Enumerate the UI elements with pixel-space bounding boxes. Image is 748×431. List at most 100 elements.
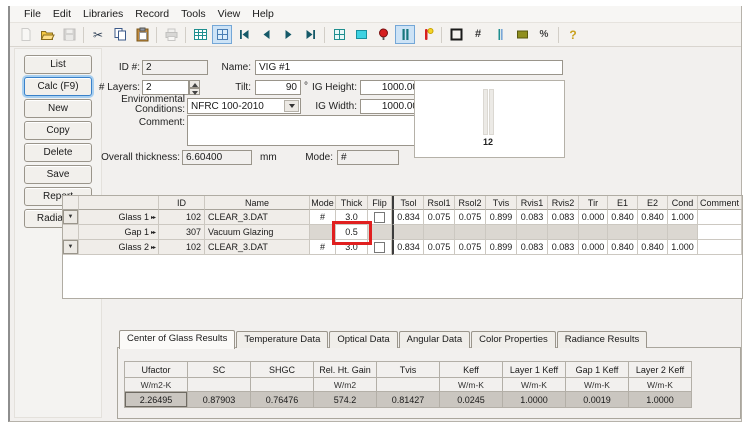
id-field[interactable]: 2 <box>142 60 208 75</box>
row-label-glass2[interactable]: Glass 2▸▸ <box>79 240 159 255</box>
cell-cond[interactable]: 1.000 <box>668 210 698 225</box>
cell-tvis[interactable]: 0.899 <box>486 210 517 225</box>
frame-library-icon[interactable] <box>446 25 466 44</box>
tab-radiance-results[interactable]: Radiance Results <box>557 331 647 348</box>
cell-tsol[interactable]: 0.834 <box>392 240 424 255</box>
tilt-field[interactable]: 90 <box>255 80 301 95</box>
menu-help[interactable]: Help <box>246 7 280 21</box>
gas-library-icon[interactable] <box>373 25 393 44</box>
shading-library-icon[interactable] <box>490 25 510 44</box>
copy-button[interactable]: Copy <box>24 121 92 140</box>
percent-units-icon[interactable]: % <box>534 25 554 44</box>
list-view-icon[interactable] <box>190 25 210 44</box>
cell-rvis1[interactable]: 0.083 <box>517 210 548 225</box>
result-value-layer1-keff[interactable]: 1.0000 <box>503 392 566 408</box>
cell-name[interactable]: Vacuum Glazing <box>205 225 310 240</box>
spin-up-icon[interactable] <box>189 80 200 88</box>
env-conditions-dropdown[interactable]: NFRC 100-2010 <box>187 98 301 114</box>
row-label-gap1[interactable]: Gap 1▸▸ <box>79 225 159 240</box>
tab-center-of-glass-results[interactable]: Center of Glass Results <box>119 330 235 349</box>
row-expand-button[interactable]: ▼ <box>63 210 78 224</box>
cell-name[interactable]: CLEAR_3.DAT <box>205 210 310 225</box>
glass-library-icon[interactable] <box>351 25 371 44</box>
ig-height-field[interactable]: 1000.00 <box>360 80 422 95</box>
menu-libraries[interactable]: Libraries <box>77 7 129 21</box>
menu-view[interactable]: View <box>212 7 247 21</box>
cell-tir[interactable]: 0.000 <box>579 210 608 225</box>
cell-id[interactable]: 307 <box>159 225 205 240</box>
result-value-gap1-keff[interactable]: 0.0019 <box>566 392 629 408</box>
nav-last-icon[interactable] <box>300 25 320 44</box>
copy-icon[interactable] <box>110 25 130 44</box>
result-value-layer2-keff[interactable]: 1.0000 <box>629 392 692 408</box>
cell-tir[interactable]: 0.000 <box>579 240 608 255</box>
result-value-keff[interactable]: 0.0245 <box>440 392 503 408</box>
ig-width-field[interactable]: 1000.00 <box>360 99 422 114</box>
paste-icon[interactable] <box>132 25 152 44</box>
cell-tsol[interactable]: 0.834 <box>392 210 424 225</box>
cell-rsol1[interactable]: 0.075 <box>424 240 455 255</box>
window-library-icon[interactable] <box>329 25 349 44</box>
cell-rsol2[interactable]: 0.075 <box>455 240 486 255</box>
material-library-icon[interactable] <box>512 25 532 44</box>
cell-rsol2[interactable]: 0.075 <box>455 210 486 225</box>
cell-comment[interactable] <box>698 225 742 240</box>
result-value-rel-ht-gain[interactable]: 574.2 <box>314 392 377 408</box>
flip-checkbox[interactable] <box>374 242 385 253</box>
environmental-conditions-icon[interactable] <box>417 25 437 44</box>
result-value-tvis[interactable]: 0.81427 <box>377 392 440 408</box>
name-field[interactable]: VIG #1 <box>255 60 563 75</box>
cell-id[interactable]: 102 <box>159 210 205 225</box>
cell-rvis1[interactable]: 0.083 <box>517 240 548 255</box>
cell-rvis2[interactable]: 0.083 <box>548 210 579 225</box>
menu-file[interactable]: File <box>18 7 47 21</box>
print-icon[interactable] <box>161 25 181 44</box>
cell-id[interactable]: 102 <box>159 240 205 255</box>
nav-previous-icon[interactable] <box>256 25 276 44</box>
cell-e2[interactable]: 0.840 <box>638 210 668 225</box>
cell-comment[interactable] <box>698 210 742 225</box>
cell-name[interactable]: CLEAR_3.DAT <box>205 240 310 255</box>
new-button[interactable]: New <box>24 99 92 118</box>
layers-stepper[interactable] <box>189 80 200 95</box>
row-expand-button[interactable]: ▼ <box>63 240 78 254</box>
tab-optical-data[interactable]: Optical Data <box>329 331 397 348</box>
cell-e1[interactable]: 0.840 <box>608 240 638 255</box>
tab-angular-data[interactable]: Angular Data <box>399 331 470 348</box>
divider-library-icon[interactable]: # <box>468 25 488 44</box>
flip-checkbox[interactable] <box>374 212 385 223</box>
save-icon[interactable] <box>59 25 79 44</box>
double-arrow-icon[interactable]: ▸▸ <box>151 244 155 251</box>
result-value-ufactor[interactable]: 2.26495 <box>125 392 188 408</box>
tab-temperature-data[interactable]: Temperature Data <box>236 331 328 348</box>
nav-next-icon[interactable] <box>278 25 298 44</box>
double-arrow-icon[interactable]: ▸▸ <box>151 214 155 221</box>
cell-e2[interactable]: 0.840 <box>638 240 668 255</box>
cell-e1[interactable]: 0.840 <box>608 210 638 225</box>
spin-down-icon[interactable] <box>189 88 200 96</box>
cut-icon[interactable]: ✂ <box>88 25 108 44</box>
help-icon[interactable]: ? <box>563 25 583 44</box>
result-value-shgc[interactable]: 0.76476 <box>251 392 314 408</box>
cell-rvis2[interactable]: 0.083 <box>548 240 579 255</box>
menu-record[interactable]: Record <box>129 7 175 21</box>
detail-view-icon[interactable] <box>212 25 232 44</box>
open-folder-icon[interactable] <box>37 25 57 44</box>
dropdown-arrow-icon[interactable] <box>284 100 299 112</box>
glazing-system-library-icon[interactable] <box>395 25 415 44</box>
tab-color-properties[interactable]: Color Properties <box>471 331 556 348</box>
nav-first-icon[interactable] <box>234 25 254 44</box>
cell-rsol1[interactable]: 0.075 <box>424 210 455 225</box>
menu-tools[interactable]: Tools <box>175 7 212 21</box>
cell-comment[interactable] <box>698 240 742 255</box>
cell-cond[interactable]: 1.000 <box>668 240 698 255</box>
new-document-icon[interactable] <box>15 25 35 44</box>
result-value-sc[interactable]: 0.87903 <box>188 392 251 408</box>
save-button[interactable]: Save <box>24 165 92 184</box>
double-arrow-icon[interactable]: ▸▸ <box>151 229 155 236</box>
annotation-highlight-box <box>332 221 372 245</box>
menu-edit[interactable]: Edit <box>47 7 77 21</box>
cell-tvis[interactable]: 0.899 <box>486 240 517 255</box>
row-label-glass1[interactable]: Glass 1▸▸ <box>79 210 159 225</box>
layers-field[interactable]: 2 <box>142 80 189 95</box>
